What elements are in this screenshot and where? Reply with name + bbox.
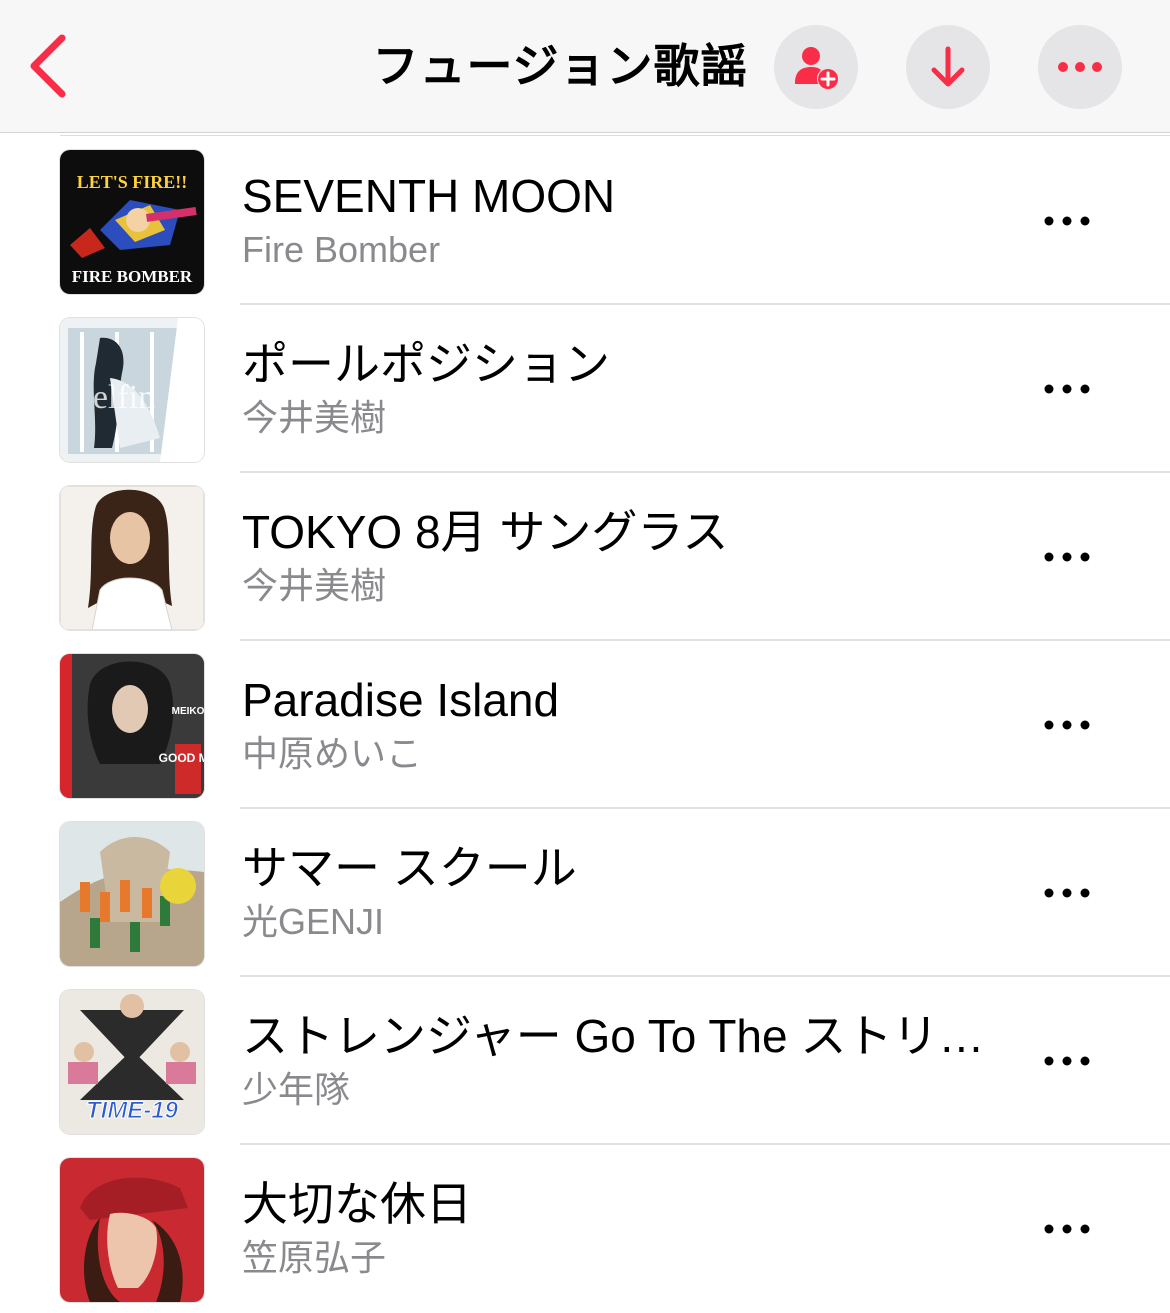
song-text: SEVENTH MOON Fire Bomber <box>242 167 1002 275</box>
artwork-text: FIRE BOMBER <box>72 267 193 286</box>
song-artist: 今井美樹 <box>242 565 387 606</box>
song-title: 大切な休日 <box>242 1178 472 1230</box>
artwork-text: TIME-19 <box>86 1097 179 1124</box>
ellipsis-icon <box>1044 552 1090 562</box>
song-artist: 中原めいこ <box>242 733 423 774</box>
album-artwork: TIME-19 <box>60 990 204 1134</box>
ellipsis-icon <box>1044 384 1090 394</box>
song-more-button[interactable] <box>1035 533 1099 581</box>
artwork-text: elfin <box>93 379 155 416</box>
song-artist: 光GENJI <box>242 901 385 942</box>
song-text: 大切な休日 笠原弘子 <box>242 1175 1002 1283</box>
song-title: SEVENTH MOON <box>242 170 616 222</box>
ellipsis-icon <box>1058 62 1102 72</box>
song-text: TOKYO 8月 サングラス 今井美樹 <box>242 503 1002 611</box>
song-title: TOKYO 8月 サングラス <box>242 506 729 558</box>
artwork-text: GOOD MN <box>159 751 204 765</box>
album-artwork: elfin <box>60 318 204 462</box>
ellipsis-icon <box>1044 720 1090 730</box>
song-row[interactable]: 大切な休日 笠原弘子 <box>0 1145 1170 1313</box>
song-title: Paradise Island <box>242 674 560 726</box>
arrow-down-icon <box>931 46 965 87</box>
ellipsis-icon <box>1044 1224 1090 1234</box>
song-text: ストレンジャー Go To The ストリート 少年隊 <box>242 1007 1002 1115</box>
song-text: Paradise Island 中原めいこ <box>242 671 1002 779</box>
add-collaborator-button[interactable] <box>774 25 858 109</box>
song-more-button[interactable] <box>1035 1205 1099 1253</box>
back-button[interactable] <box>18 28 78 104</box>
ellipsis-icon <box>1044 216 1090 226</box>
song-row[interactable]: TOKYO 8月 サングラス 今井美樹 <box>0 473 1170 641</box>
song-more-button[interactable] <box>1035 701 1099 749</box>
song-title: サマー スクール <box>242 842 577 894</box>
song-more-button[interactable] <box>1035 197 1099 245</box>
page-title: フュージョン歌謡 <box>372 39 748 93</box>
song-more-button[interactable] <box>1035 365 1099 413</box>
song-title: ストレンジャー Go To The ストリート <box>242 1010 1002 1062</box>
person-plus-icon <box>795 47 838 89</box>
chevron-left-icon <box>30 34 66 98</box>
song-artist: 今井美樹 <box>242 397 387 438</box>
artwork-text: LET'S FIRE!! <box>77 172 188 192</box>
album-artwork <box>60 822 204 966</box>
song-text: サマー スクール 光GENJI <box>242 839 1002 947</box>
song-more-button[interactable] <box>1035 1037 1099 1085</box>
album-artwork <box>60 486 204 630</box>
song-row[interactable]: TIME-19 ストレンジャー Go To The ストリート 少年隊 <box>0 977 1170 1145</box>
album-artwork <box>60 1158 204 1302</box>
song-row[interactable]: GOOD MN MEIKO Paradise Island 中原めいこ <box>0 641 1170 809</box>
album-artwork: GOOD MN MEIKO <box>60 654 204 798</box>
download-button[interactable] <box>906 25 990 109</box>
song-row[interactable]: elfin ポールポジション 今井美樹 <box>0 305 1170 473</box>
song-row[interactable]: サマー スクール 光GENJI <box>0 809 1170 977</box>
song-artist: 笠原弘子 <box>242 1237 387 1278</box>
artwork-text: MEIKO <box>172 706 204 717</box>
more-button[interactable] <box>1038 25 1122 109</box>
song-more-button[interactable] <box>1035 869 1099 917</box>
song-row[interactable]: LET'S FIRE!! FIRE BOMBER SEVENTH MOON Fi… <box>0 137 1170 305</box>
song-artist: 少年隊 <box>242 1069 351 1110</box>
ellipsis-icon <box>1044 888 1090 898</box>
album-artwork: LET'S FIRE!! FIRE BOMBER <box>60 150 204 294</box>
song-artist: Fire Bomber <box>242 229 441 270</box>
song-list: LET'S FIRE!! FIRE BOMBER SEVENTH MOON Fi… <box>0 137 1170 1313</box>
song-text: ポールポジション 今井美樹 <box>242 335 1002 443</box>
navigation-bar: フュージョン歌謡 <box>0 0 1170 133</box>
list-top-divider <box>60 135 1170 136</box>
ellipsis-icon <box>1044 1056 1090 1066</box>
song-title: ポールポジション <box>242 338 610 390</box>
